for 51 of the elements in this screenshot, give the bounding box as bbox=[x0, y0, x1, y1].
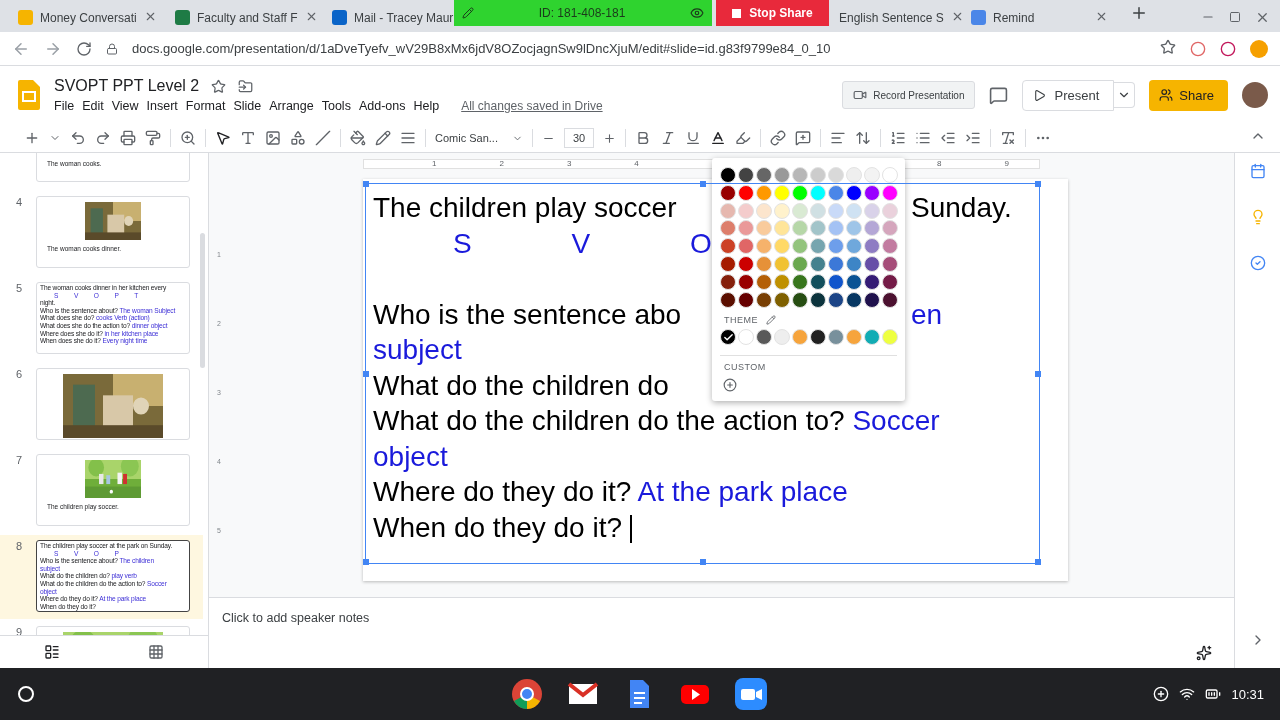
menu-item[interactable]: Tools bbox=[321, 99, 357, 113]
slide-text: The children play soccer bbox=[373, 191, 677, 225]
ruler-number: 9 bbox=[1004, 160, 1009, 168]
browser-tab[interactable]: Money Conversati bbox=[8, 3, 165, 32]
browser-tab[interactable]: Remind bbox=[961, 3, 1118, 32]
slide-text: subject bbox=[373, 333, 462, 367]
stop-share-button[interactable]: Stop Share bbox=[716, 0, 829, 26]
slide-text: What do the children do the action to? Soccer bbox=[373, 404, 940, 438]
slide-text: Where do they do it? At the park place bbox=[373, 475, 848, 509]
sentence-markers: S V O bbox=[453, 226, 712, 261]
slide-text: What do the children do bbox=[373, 368, 669, 403]
record-presentation-button[interactable]: Record Presentation bbox=[842, 81, 976, 109]
browser-tab[interactable]: Mail - Tracey Maur bbox=[322, 3, 454, 32]
slide-number: 6 bbox=[16, 368, 24, 382]
present-button[interactable]: Present bbox=[1022, 79, 1115, 111]
ruler-number: 1 bbox=[432, 160, 437, 168]
menu-item[interactable]: Help bbox=[413, 99, 446, 113]
menu-item[interactable]: File bbox=[54, 99, 81, 113]
slide-number: 8 bbox=[16, 540, 24, 554]
document-title[interactable]: SVOPT PPT Level 2 bbox=[54, 77, 200, 95]
menu-item[interactable]: Add-ons bbox=[358, 99, 412, 113]
custom-label: CUSTOM bbox=[724, 362, 766, 373]
speaker-notes-field[interactable]: Click to add speaker notes bbox=[222, 611, 370, 625]
theme-label: THEME bbox=[724, 315, 758, 326]
ruler-number: 2 bbox=[499, 160, 504, 168]
menu-item[interactable]: View bbox=[111, 99, 145, 113]
slide-number: 5 bbox=[16, 282, 24, 296]
slide-text: When do they do it? bbox=[373, 509, 633, 545]
browser-tab[interactable]: English Sentence S bbox=[829, 3, 961, 32]
ruler-number: 8 bbox=[937, 160, 942, 168]
address-field[interactable]: docs.google.com/presentation/d/1aDveTyefv_wV29B8xMx6jdV8OZocjagnSw9lDncXjuM/edit#slide=id.g83f9799e84_0_10 bbox=[132, 41, 831, 56]
font-size-field[interactable]: 30 bbox=[563, 128, 595, 148]
menu-item[interactable]: Format bbox=[185, 99, 232, 113]
slide-text: object bbox=[373, 439, 448, 474]
menu-item[interactable]: Insert bbox=[146, 99, 184, 113]
clock-time: 10:31 bbox=[1231, 686, 1264, 702]
slide-number: 4 bbox=[16, 196, 24, 210]
slide-text: en bbox=[911, 297, 943, 332]
share-button[interactable]: Share bbox=[1149, 79, 1228, 111]
menu-item[interactable]: Edit bbox=[82, 99, 110, 113]
menu-item[interactable]: Slide bbox=[233, 99, 268, 113]
menu-item[interactable]: Arrange bbox=[269, 99, 320, 113]
browser-tab[interactable]: Faculty and Staff F bbox=[165, 3, 322, 32]
slide-number: 7 bbox=[16, 454, 24, 468]
meeting-id: ID: 181-408-181 bbox=[538, 6, 626, 20]
slide-text: Sunday. bbox=[911, 191, 1012, 225]
ruler-number: 4 bbox=[634, 160, 639, 168]
font-dropdown[interactable]: Comic San... bbox=[435, 132, 523, 144]
slide-text: Who is the sentence abo bbox=[373, 297, 682, 332]
save-status-link[interactable]: All changes saved in Drive bbox=[461, 99, 603, 113]
ruler-number: 3 bbox=[566, 160, 572, 168]
